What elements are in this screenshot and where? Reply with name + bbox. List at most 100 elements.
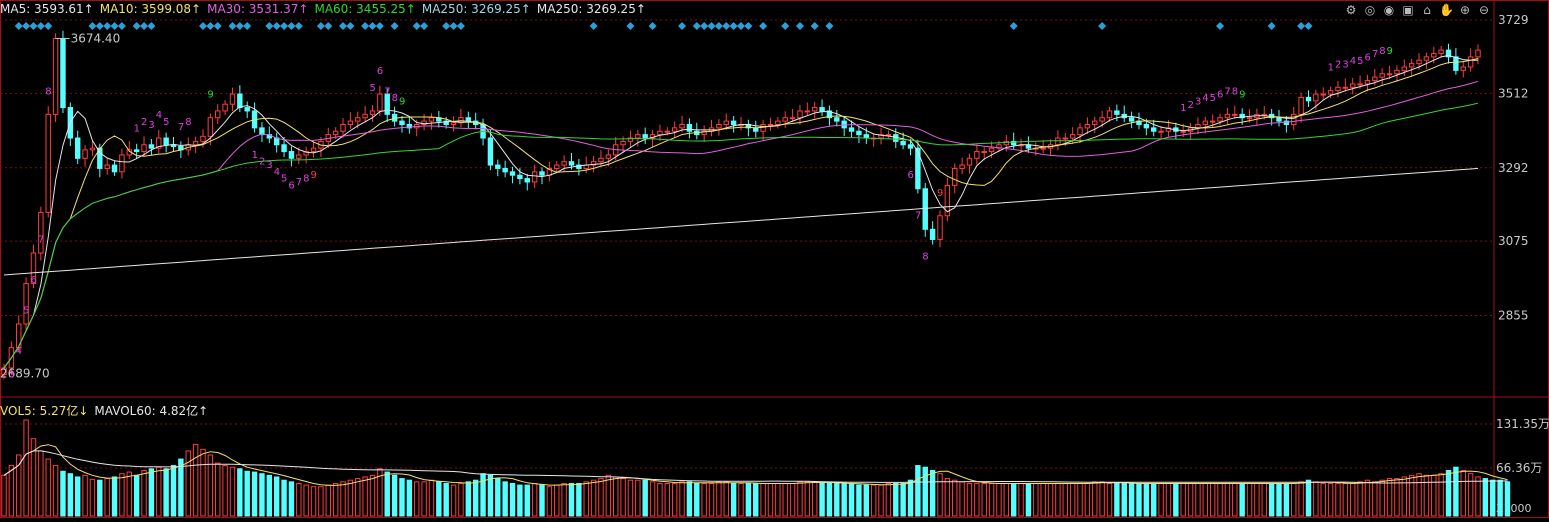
sequence-count-label: 8 [922,251,928,262]
zoom-in-icon[interactable]: ⊕ [1458,3,1472,17]
volume-bar [686,481,693,517]
candle-body [237,93,243,109]
candle-body [671,127,678,132]
sequence-count-label: 3 [1195,96,1201,107]
volume-bar [384,471,390,517]
candle-body [1291,113,1297,125]
candle-body [207,117,214,137]
volume-bar [355,478,361,517]
candle-body [797,110,803,119]
signal-diamond [36,22,45,30]
volume-bar [1143,482,1150,517]
candle-body [1055,137,1061,146]
volume-bar [1438,473,1444,517]
sequence-count-label: 4 [1350,56,1356,67]
volume-bar [67,473,74,517]
volume-bar [657,482,663,517]
sequence-count-label: 9 [1239,90,1245,101]
volume-bar [458,482,464,517]
volume-bar [531,482,538,517]
candle-body [1305,96,1312,102]
volume-bar [1040,482,1046,517]
candle-body [1401,66,1408,71]
signal-diamond [1098,22,1107,30]
candle-body [104,164,110,169]
volume-bar [237,468,243,517]
candle-body [966,157,973,166]
candle-body [38,211,44,254]
volume-bar [1482,478,1489,517]
vol-legend-item: VOL5: 5.27亿↓ [0,404,89,418]
signal-diamond [280,22,289,30]
signal-diamond [316,22,325,30]
kline-svg[interactable]: 37293512329230752855131.35万66.36万X100036… [0,0,1549,518]
sequence-count-label: 8 [1379,46,1385,57]
volume-bar [811,481,818,517]
vol5-line [3,444,1508,486]
view-icon[interactable]: ◎ [1363,3,1377,17]
signal-diamond [1297,22,1306,30]
mavol60-line [3,450,1508,484]
sequence-count-label: 2 [259,157,265,168]
signal-diamond [294,22,303,30]
candle-body [539,171,545,176]
sequence-count-label: 5 [1210,93,1216,104]
sequence-count-label: 5 [163,117,169,128]
candle-body [657,130,663,136]
candle-body [1320,93,1326,96]
candle-body [222,103,228,112]
signal-diamond [361,22,370,30]
volume-bar [848,482,855,517]
price-tick-label: 3292 [1498,161,1529,175]
volume-bar [1475,476,1481,517]
signal-diamond [110,22,119,30]
sequence-count-label: 8 [185,117,191,128]
volume-bar [767,482,774,517]
volume-bar [104,478,110,517]
candle-body [281,144,287,153]
hand-icon[interactable]: ✋ [1439,3,1454,17]
candle-body [1106,110,1113,119]
signal-diamond [22,22,31,30]
candle-body [782,117,788,122]
candle-body [1416,59,1422,65]
bag-icon[interactable]: ▣ [1401,3,1415,17]
signal-diamond [648,22,657,30]
volume-bar [1394,478,1400,517]
sequence-count-label: 6 [1217,90,1223,101]
signal-diamond [324,22,333,30]
volume-bar [185,450,191,517]
lock-icon[interactable]: ⌂ [1420,3,1434,17]
candle-body [133,149,140,153]
volume-bar [907,479,914,517]
price-tick-label: 3512 [1498,86,1529,100]
volume-bar [251,471,258,517]
sequence-count-label: 6 [1364,53,1370,64]
volume-bar [1114,482,1120,517]
volume-bar [841,482,847,517]
eye-icon[interactable]: ◉ [1382,3,1396,17]
volume-bar [753,482,759,517]
candle-body [1372,76,1378,82]
volume-bar [885,482,892,517]
stock-kline-chart[interactable]: 3729 3512 3292 3075 2855 131.35万 66.36万 X1000 36… [0,0,1549,518]
sequence-count-label: 8 [45,86,51,97]
ma-legend-item: MA10: 3599.08↑ [99,2,202,16]
volume-bar [981,482,987,517]
volume-bar [870,484,877,517]
signal-diamond [420,22,429,30]
volume-bar [1165,482,1172,517]
volume-bar [126,471,133,517]
sequence-count-label: 3 [266,160,272,171]
volume-bar [1320,482,1326,517]
candle-body [229,93,236,105]
ma60-line [3,102,1479,369]
settings-icon[interactable]: ⚙ [1344,3,1358,17]
volume-bar [1335,482,1341,517]
sequence-count-label: 7 [1224,86,1230,97]
zoom-out-icon[interactable]: ⊖ [1477,3,1491,17]
volume-bar [1047,482,1054,517]
candle-body [1357,83,1363,86]
volume-bar [1254,482,1260,517]
volume-bar [97,479,103,517]
